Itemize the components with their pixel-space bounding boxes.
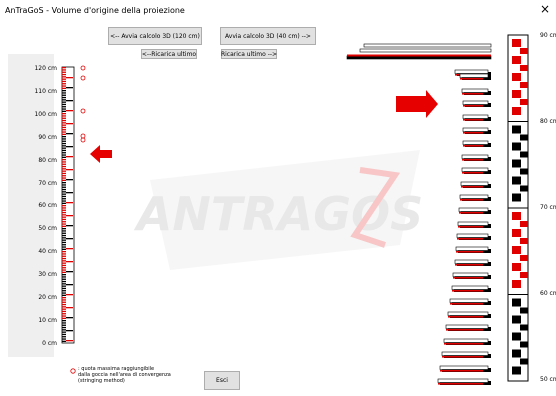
right-pointer-arrow	[396, 90, 438, 118]
graphics-layer: ANTRAGOS	[61, 34, 529, 385]
left-pointer-arrow	[90, 145, 112, 163]
watermark-logo: ANTRAGOS	[134, 150, 423, 270]
legend: : quota massima raggiungibile dalla gocc…	[78, 366, 171, 384]
stringing-markers	[80, 65, 86, 143]
legend-line-3: (stringing method)	[78, 378, 125, 384]
right-ruler	[507, 34, 529, 382]
left-ruler	[61, 66, 75, 344]
exit-button[interactable]: Esci	[204, 371, 240, 390]
legend-circle-icon	[70, 368, 76, 374]
